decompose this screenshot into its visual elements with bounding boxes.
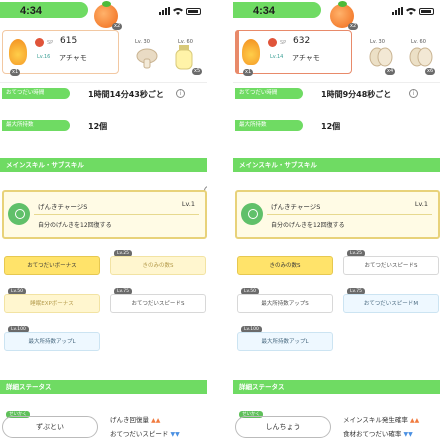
sub-skill-button[interactable]: おてつだいスピードS (343, 256, 439, 275)
pokemon-card[interactable]: SP 632 Lv.14 アチャモ (235, 30, 352, 74)
max-carry-value: 12個 (321, 122, 341, 131)
max-carry-label: 最大所持数 (2, 120, 70, 131)
sub-skill-button[interactable]: きのみの数S (237, 256, 333, 275)
help-time-label: おてつだい時間 (235, 88, 303, 99)
ingredient-count-badge: x6 (425, 68, 436, 75)
ingredient-count-badge: x4 (385, 68, 396, 75)
sp-icon (35, 38, 44, 47)
nature-pill[interactable]: しんちょう (235, 416, 331, 438)
divider (267, 214, 432, 215)
pokemon-portrait-icon (242, 39, 260, 65)
main-skill-level: Lv.1 (181, 200, 195, 208)
ingredient-level: Lv. 60 (411, 39, 426, 45)
berry-count-badge: x2 (112, 23, 123, 30)
detail-header: 詳細ステータス (0, 380, 207, 394)
arrow-up-icon: ▲▲ (151, 417, 161, 424)
main-skill-description: 自分のげんきを12回復する (271, 222, 345, 229)
signal-icon (392, 7, 403, 15)
main-skill-card[interactable]: げんきチャージS Lv.1 自分のげんきを12回復する (235, 190, 440, 239)
divider (34, 214, 199, 215)
wifi-icon (173, 8, 183, 15)
sub-skill-button[interactable]: 最大所持数アップL (237, 332, 333, 351)
arrow-down-icon: ▼▼ (403, 431, 413, 438)
screen-right: 4:34 x2 SP 632 Lv.14 アチャモ x1 Lv. 30 x4 L… (233, 0, 440, 440)
info-icon[interactable]: i (409, 89, 418, 98)
sp-label: SP (47, 40, 54, 46)
screen-left: 4:34 x2 SP 615 Lv.16 アチャモ x1 Lv. 30 Lv. … (0, 0, 207, 440)
sp-icon (268, 38, 277, 47)
nature-effect-up-label: メインスキル発生確率 (343, 416, 408, 424)
nature-effect-down-label: おてつだいスピード (110, 430, 169, 438)
sub-skill-button[interactable]: 最大所持数アップL (4, 332, 100, 351)
pokemon-name: アチャモ (292, 54, 320, 62)
info-icon[interactable]: i (176, 89, 185, 98)
main-skill-card[interactable]: げんきチャージS Lv.1 自分のげんきを12回復する (2, 190, 207, 239)
status-time: 4:34 (20, 5, 43, 17)
arrow-down-icon: ▼▼ (170, 431, 180, 438)
detail-header: 詳細ステータス (233, 380, 440, 394)
wifi-icon (406, 8, 416, 15)
sub-skill-button[interactable]: きのみの数S (110, 256, 206, 275)
divider (0, 82, 207, 83)
status-icons (159, 7, 201, 15)
ingredient-level: Lv. 30 (370, 39, 385, 45)
status-pill (0, 2, 88, 18)
sp-value: 632 (293, 36, 311, 46)
berry-count-badge: x2 (348, 23, 359, 30)
bean-icon[interactable] (409, 46, 433, 68)
status-time: 4:34 (253, 5, 276, 17)
help-time-label: おてつだい時間 (2, 88, 70, 99)
nature-effect-up-label: げんき回復量 (110, 416, 149, 424)
main-skill-icon (241, 203, 263, 225)
max-carry-value: 12個 (88, 122, 108, 131)
ingredient-count-badge: x5 (192, 68, 203, 75)
section-header: メインスキル・サブスキル (0, 158, 207, 172)
main-skill-description: 自分のげんきを12回復する (38, 222, 112, 229)
ingredient-count-badge: x1 (10, 69, 21, 76)
help-time-value: 1時間9分48秒ごと (321, 90, 392, 99)
nature-effect-up: げんき回復量 ▲▲ (110, 414, 160, 424)
main-skill-icon (8, 203, 30, 225)
nature-effect-down: 食材おてつだい確率 ▼▼ (343, 428, 413, 438)
status-pill (233, 2, 321, 18)
pokemon-level: Lv.16 (37, 54, 51, 60)
sub-skill-button[interactable]: おてつだいスピードM (343, 294, 439, 313)
selection-marker (235, 30, 239, 74)
battery-icon (186, 7, 201, 15)
main-skill-name: げんきチャージS (271, 203, 321, 211)
signal-icon (159, 7, 170, 15)
help-time-value: 1時間14分43秒ごと (88, 90, 164, 99)
sp-label: SP (280, 40, 287, 46)
divider (233, 82, 440, 83)
sub-skill-button[interactable]: おてつだいスピードS (110, 294, 206, 313)
arrow-up-icon: ▲▲ (409, 417, 420, 424)
sub-skill-button[interactable]: 睡眠EXPボーナス (4, 294, 100, 313)
sub-skill-button[interactable]: 最大所持数アップS (237, 294, 333, 313)
main-skill-level: Lv.1 (414, 200, 428, 208)
bean-icon[interactable] (369, 46, 393, 68)
honey-jar-icon[interactable] (174, 44, 194, 70)
sp-value: 615 (60, 36, 78, 46)
nature-effect-down-label: 食材おてつだい確率 (343, 430, 402, 438)
nature-effect-up: メインスキル発生確率 ▲▲ (343, 414, 419, 424)
status-icons (392, 7, 434, 15)
ingredient-level: Lv. 30 (135, 39, 150, 45)
main-skill-name: げんきチャージS (38, 203, 88, 211)
pokemon-portrait-icon (9, 39, 27, 65)
ingredient-count-badge: x1 (243, 69, 254, 76)
pokemon-name: アチャモ (59, 54, 87, 62)
battery-icon (419, 7, 434, 15)
nature-effect-down: おてつだいスピード ▼▼ (110, 428, 180, 438)
pokemon-level: Lv.14 (270, 54, 284, 60)
mushroom-icon[interactable] (136, 47, 158, 69)
nature-pill[interactable]: ずぶとい (2, 416, 98, 438)
sub-skill-button[interactable]: おてつだいボーナス (4, 256, 100, 275)
section-header: メインスキル・サブスキル (233, 158, 440, 172)
pokemon-card[interactable]: SP 615 Lv.16 アチャモ (2, 30, 119, 74)
max-carry-label: 最大所持数 (235, 120, 303, 131)
